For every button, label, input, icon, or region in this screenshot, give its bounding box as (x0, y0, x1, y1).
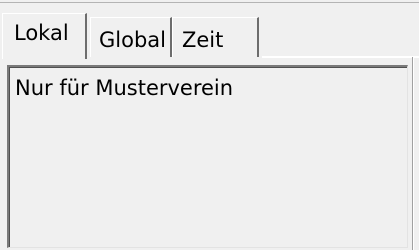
tab-zeit[interactable]: Zeit (172, 17, 259, 57)
tab-zeit-label: Zeit (182, 28, 224, 52)
panel-text: Nur für Musterverein (15, 76, 234, 100)
tab-global[interactable]: Global (90, 17, 172, 57)
tab-global-label: Global (99, 28, 166, 52)
content-panel[interactable]: Nur für Musterverein (7, 65, 408, 248)
top-divider (0, 2, 419, 3)
tab-page-right-highlight (413, 57, 414, 250)
tab-baseline (262, 56, 419, 58)
tab-lokal-label: Lokal (14, 21, 69, 45)
tab-lokal[interactable]: Lokal (2, 13, 87, 59)
tab-control: Lokal Global Zeit Nur für Musterverein (0, 0, 419, 250)
tab-strip: Lokal Global Zeit (0, 13, 419, 59)
